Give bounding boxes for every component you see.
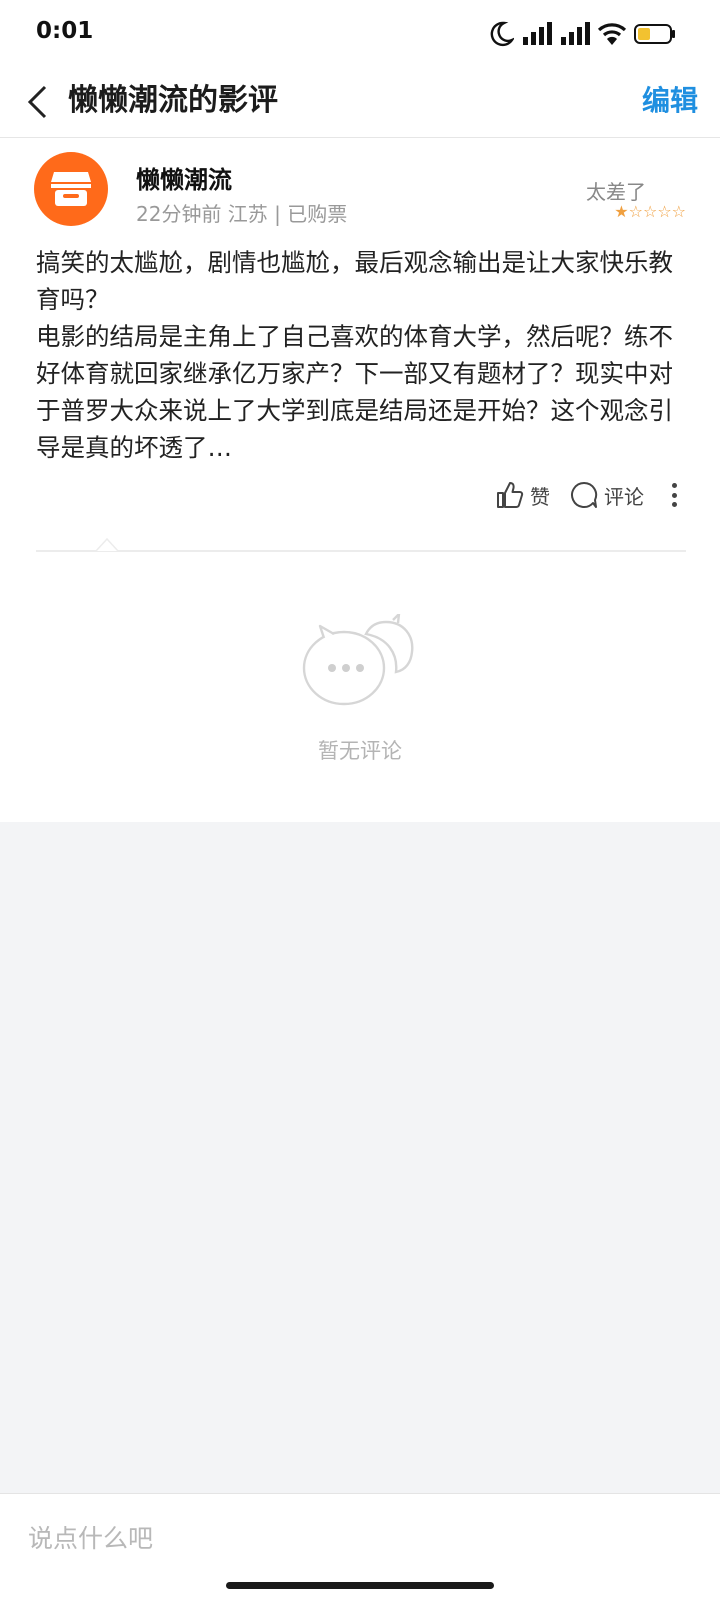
status-time: 0:01 [36,18,94,44]
star-empty-icon: ☆ [642,202,658,221]
empty-comments-icon [302,614,414,706]
more-dot [671,492,677,498]
star-filled-icon: ★ [614,202,629,221]
empty-comments-text: 暂无评论 [318,739,402,763]
like-button[interactable]: 赞 [496,481,550,510]
header-bar: 懒懒潮流的影评 编辑 [0,66,720,138]
review-content: 搞笑的太尴尬，剧情也尴尬，最后观念输出是让大家快乐教育吗？ 电影的结局是主角上了自… [36,244,686,466]
page-title: 懒懒潮流的影评 [68,83,278,118]
wifi-icon [598,22,626,46]
comment-button[interactable]: 评论 [570,481,644,510]
rating-label: 太差了 [586,180,646,204]
page-top-panel: 0:01 懒懒潮流的影评 编辑 懒懒潮流 22分钟前 江苏 | 已购票 太差了 … [0,0,720,822]
section-divider [36,550,686,552]
status-icons [490,18,676,50]
moon-icon [490,21,514,47]
rating-stars: ★ ☆ ☆ ☆ ☆ [614,204,686,220]
review-username[interactable]: 懒懒潮流 [136,160,232,195]
divider-notch [96,538,118,552]
star-empty-icon: ☆ [671,202,686,221]
edit-button[interactable]: 编辑 [642,78,698,124]
review-actions: 赞 评论 [496,478,682,512]
avatar[interactable] [34,152,108,226]
more-button[interactable] [666,480,682,510]
review-paragraph: 电影的结局是主角上了自己喜欢的体育大学，然后呢？练不好体育就回家继承亿万家产？下… [36,322,673,462]
review-meta: 22分钟前 江苏 | 已购票 [136,202,348,226]
store-icon [51,172,91,206]
status-bar: 0:01 [0,0,720,66]
star-empty-icon: ☆ [628,202,643,221]
chevron-left-icon [27,85,47,119]
more-dot [671,483,677,488]
signal-icon [522,22,552,46]
bottom-input-bar [0,1493,720,1600]
review-paragraph: 搞笑的太尴尬，剧情也尴尬，最后观念输出是让大家快乐教育吗？ [36,248,673,314]
comment-label: 评论 [604,484,644,509]
comment-input[interactable] [28,1516,688,1560]
like-label: 赞 [530,484,550,509]
comment-bubble-icon [571,481,598,508]
more-dot [671,502,677,507]
home-indicator[interactable] [226,1582,494,1589]
star-empty-icon: ☆ [657,202,672,221]
thumbs-up-icon [497,482,524,508]
battery-icon [634,23,676,45]
signal-icon [560,22,590,46]
back-button[interactable] [14,76,60,128]
